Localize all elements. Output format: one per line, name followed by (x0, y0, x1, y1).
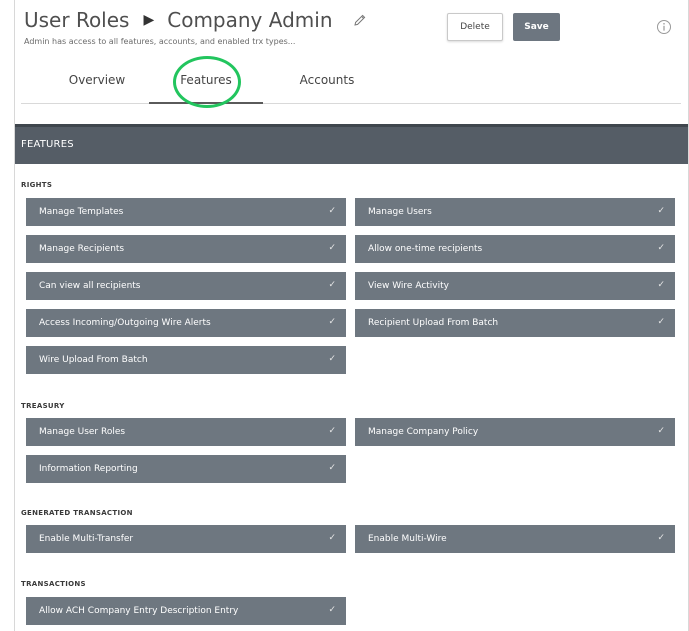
feature-enable-multi-wire[interactable]: Enable Multi-Wire ✓ (355, 525, 675, 553)
features-header: FEATURES (15, 124, 688, 164)
section-label-transactions: TRANSACTIONS (21, 580, 86, 588)
feature-wire-alerts[interactable]: Access Incoming/Outgoing Wire Alerts ✓ (26, 309, 346, 337)
feature-manage-templates[interactable]: Manage Templates ✓ (26, 198, 346, 226)
feature-label: Manage Company Policy (368, 427, 479, 437)
feature-label: Manage Templates (39, 207, 124, 217)
checkmark-icon: ✓ (328, 426, 336, 436)
feature-allow-ach-company-entry-description[interactable]: Allow ACH Company Entry Description Entr… (26, 597, 346, 625)
section-label-rights: RIGHTS (21, 181, 53, 189)
feature-label: Allow ACH Company Entry Description Entr… (39, 606, 239, 616)
tab-bar: Overview Features Accounts (21, 60, 681, 104)
pencil-icon[interactable] (353, 13, 367, 27)
feature-recipient-upload-from-batch[interactable]: Recipient Upload From Batch ✓ (355, 309, 675, 337)
role-editor-panel: User Roles ▶ Company Admin Admin has acc… (14, 0, 689, 631)
checkmark-icon: ✓ (328, 354, 336, 364)
feature-label: Enable Multi-Transfer (39, 534, 134, 544)
feature-label: Wire Upload From Batch (39, 355, 148, 365)
checkmark-icon: ✓ (657, 206, 665, 216)
checkmark-icon: ✓ (328, 280, 336, 290)
breadcrumb-parent[interactable]: User Roles (24, 8, 129, 32)
checkmark-icon: ✓ (328, 605, 336, 615)
feature-wire-upload-from-batch[interactable]: Wire Upload From Batch ✓ (26, 346, 346, 374)
tab-accounts[interactable]: Accounts (279, 60, 375, 104)
info-circle-icon[interactable] (656, 19, 672, 35)
tab-overview[interactable]: Overview (49, 60, 145, 104)
section-label-generated-transaction: GENERATED TRANSACTION (21, 509, 133, 517)
feature-label: Access Incoming/Outgoing Wire Alerts (39, 318, 211, 328)
feature-information-reporting[interactable]: Information Reporting ✓ (26, 455, 346, 483)
feature-label: Information Reporting (39, 464, 138, 474)
checkmark-icon: ✓ (328, 463, 336, 473)
feature-label: Manage User Roles (39, 427, 126, 437)
section-label-treasury: TREASURY (21, 402, 65, 410)
feature-can-view-all-recipients[interactable]: Can view all recipients ✓ (26, 272, 346, 300)
tab-features[interactable]: Features (149, 60, 263, 104)
feature-label: Allow one-time recipients (368, 244, 483, 254)
role-description: Admin has access to all features, accoun… (24, 37, 296, 46)
checkmark-icon: ✓ (657, 533, 665, 543)
checkmark-icon: ✓ (657, 426, 665, 436)
feature-label: Manage Users (368, 207, 432, 217)
save-button[interactable]: Save (513, 13, 560, 41)
page-title: Company Admin (167, 8, 333, 32)
feature-manage-users[interactable]: Manage Users ✓ (355, 198, 675, 226)
feature-manage-company-policy[interactable]: Manage Company Policy ✓ (355, 418, 675, 446)
checkmark-icon: ✓ (328, 206, 336, 216)
checkmark-icon: ✓ (657, 243, 665, 253)
checkmark-icon: ✓ (657, 280, 665, 290)
feature-manage-user-roles[interactable]: Manage User Roles ✓ (26, 418, 346, 446)
feature-allow-one-time-recipients[interactable]: Allow one-time recipients ✓ (355, 235, 675, 263)
checkmark-icon: ✓ (328, 243, 336, 253)
feature-manage-recipients[interactable]: Manage Recipients ✓ (26, 235, 346, 263)
feature-label: Can view all recipients (39, 281, 141, 291)
feature-enable-multi-transfer[interactable]: Enable Multi-Transfer ✓ (26, 525, 346, 553)
feature-view-wire-activity[interactable]: View Wire Activity ✓ (355, 272, 675, 300)
delete-button[interactable]: Delete (447, 13, 503, 41)
checkmark-icon: ✓ (657, 317, 665, 327)
checkmark-icon: ✓ (328, 533, 336, 543)
triangle-right-icon: ▶ (143, 12, 155, 28)
breadcrumb: User Roles ▶ Company Admin (24, 6, 367, 34)
feature-label: View Wire Activity (368, 281, 449, 291)
feature-label: Enable Multi-Wire (368, 534, 447, 544)
feature-label: Recipient Upload From Batch (368, 318, 499, 328)
features-header-label: FEATURES (21, 139, 74, 150)
checkmark-icon: ✓ (328, 317, 336, 327)
feature-label: Manage Recipients (39, 244, 125, 254)
